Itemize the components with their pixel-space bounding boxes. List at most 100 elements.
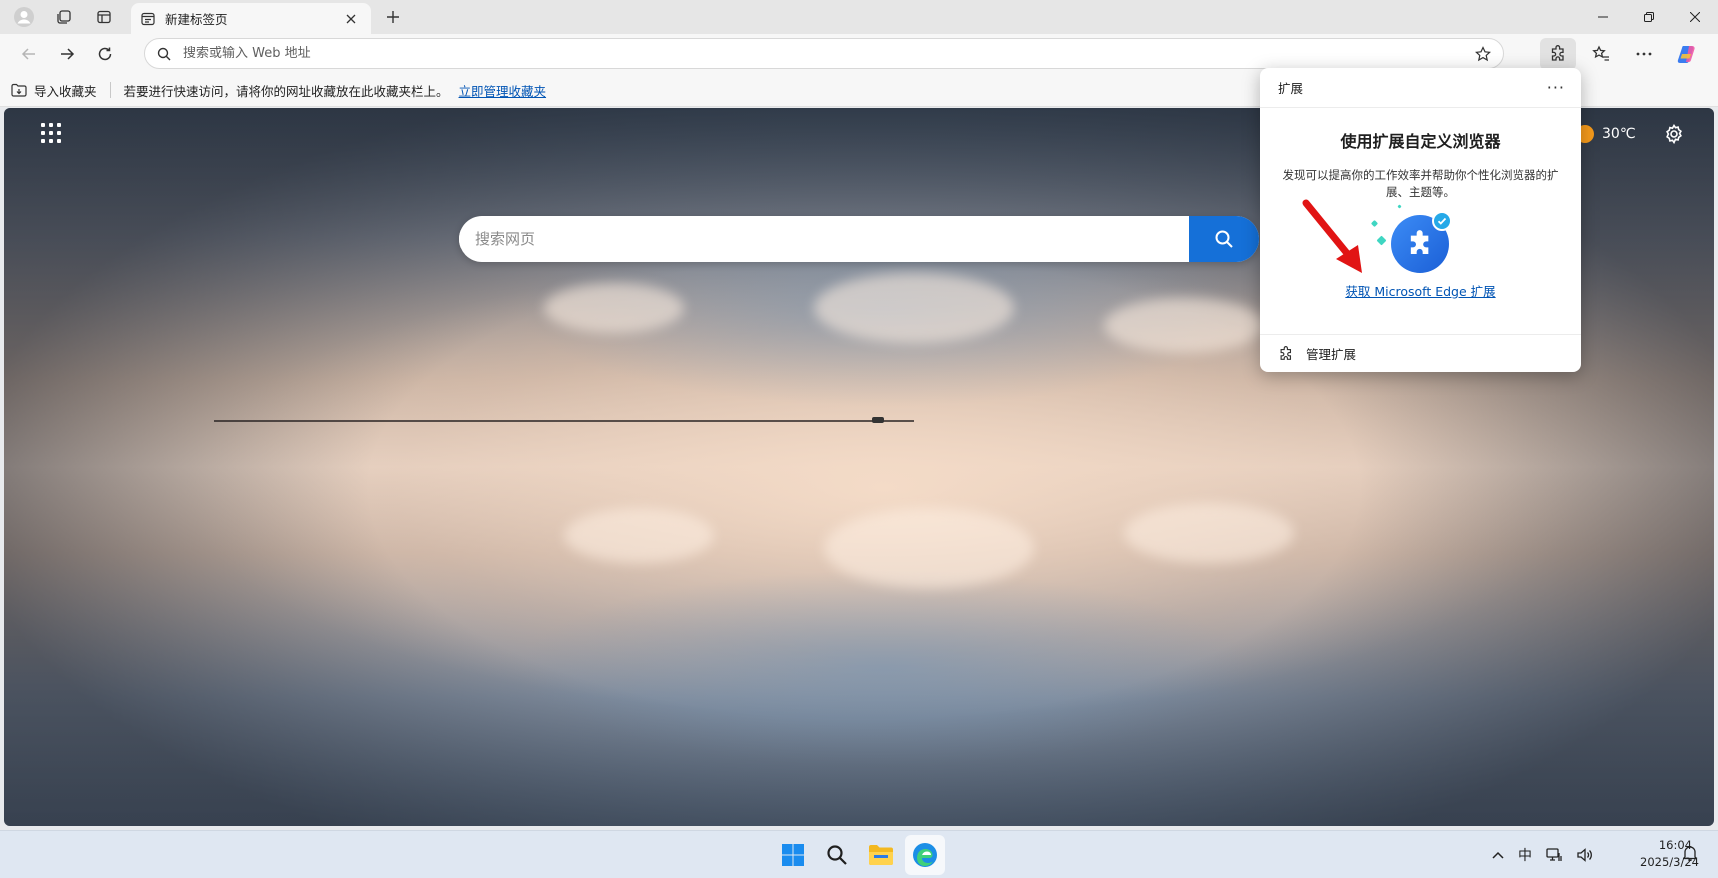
settings-and-more-button[interactable] bbox=[1626, 38, 1662, 70]
sparkle-decoration bbox=[1397, 204, 1402, 209]
restore-button[interactable] bbox=[1626, 0, 1672, 34]
manage-favorites-link[interactable]: 立即管理收藏夹 bbox=[459, 81, 547, 100]
tab-new-tab[interactable]: 新建标签页 bbox=[131, 3, 371, 34]
copilot-button[interactable] bbox=[1669, 38, 1705, 70]
search-icon bbox=[1215, 230, 1233, 248]
close-icon bbox=[346, 14, 356, 23]
search-icon bbox=[157, 47, 171, 60]
workspaces-icon bbox=[57, 10, 71, 24]
volume-button[interactable] bbox=[1576, 847, 1594, 863]
gear-icon bbox=[1666, 124, 1682, 144]
new-tab-button[interactable] bbox=[378, 4, 408, 30]
arrow-left-icon bbox=[21, 48, 35, 60]
extensions-more-button[interactable]: ··· bbox=[1547, 78, 1565, 97]
extensions-popup: 扩展 ··· 使用扩展自定义浏览器 发现可以提高你的工作效率并帮助你个性化浏览器… bbox=[1260, 68, 1581, 372]
page-settings-button[interactable] bbox=[1660, 120, 1688, 148]
background-cloud bbox=[1104, 298, 1264, 353]
plus-icon bbox=[387, 11, 399, 23]
system-tray: 中 bbox=[1492, 835, 1608, 875]
minimize-icon bbox=[1598, 16, 1608, 18]
tab-title: 新建标签页 bbox=[165, 12, 228, 27]
apps-launcher-button[interactable] bbox=[38, 120, 64, 146]
grid-dot bbox=[49, 139, 53, 143]
grid-dot bbox=[41, 123, 45, 127]
network-icon bbox=[1546, 848, 1562, 861]
minimize-button[interactable] bbox=[1580, 0, 1626, 34]
grid-dot bbox=[57, 131, 61, 135]
refresh-button[interactable] bbox=[88, 38, 122, 70]
address-bar[interactable] bbox=[144, 38, 1504, 69]
start-button[interactable] bbox=[773, 835, 813, 875]
grid-dot bbox=[49, 123, 53, 127]
background-cloud bbox=[814, 273, 1014, 343]
favorites-hint: 若要进行快速访问，请将你的网址收藏放在此收藏夹栏上。 bbox=[123, 83, 449, 99]
background-cloud bbox=[544, 283, 684, 333]
web-search-input[interactable] bbox=[459, 230, 1189, 248]
chevron-up-icon bbox=[1492, 851, 1504, 859]
favorites-list-icon bbox=[1592, 45, 1609, 61]
taskbar-apps bbox=[773, 835, 949, 875]
vertical-tabs-button[interactable] bbox=[86, 2, 122, 32]
extensions-popup-header: 扩展 ··· bbox=[1260, 68, 1581, 108]
web-search-box bbox=[459, 216, 1259, 262]
grid-dot bbox=[49, 131, 53, 135]
taskbar-search-button[interactable] bbox=[817, 835, 857, 875]
extensions-description: 发现可以提高你的工作效率并帮助你个性化浏览器的扩展、主题等。 bbox=[1282, 168, 1559, 199]
newtab-page-icon bbox=[141, 12, 155, 25]
windows-taskbar: 中 16:04 2025/3/24 bbox=[0, 830, 1718, 878]
puzzle-icon bbox=[1551, 45, 1564, 61]
edge-icon bbox=[913, 843, 937, 867]
window-controls bbox=[1580, 0, 1718, 34]
back-button[interactable] bbox=[12, 38, 46, 70]
profile-icon bbox=[14, 7, 34, 27]
input-method-indicator[interactable]: 中 bbox=[1518, 845, 1532, 865]
grid-dot bbox=[41, 139, 45, 143]
windows-logo-icon bbox=[782, 844, 804, 866]
background-cloud bbox=[564, 508, 714, 563]
bell-icon bbox=[1681, 846, 1699, 862]
background-cloud bbox=[824, 508, 1034, 588]
show-hidden-icons-button[interactable] bbox=[1492, 851, 1504, 859]
refresh-icon bbox=[98, 47, 112, 61]
favorites-divider bbox=[109, 82, 111, 98]
import-favorites-button[interactable]: 导入收藏夹 bbox=[11, 81, 97, 100]
grid-dot bbox=[57, 123, 61, 127]
forward-button[interactable] bbox=[50, 38, 84, 70]
edge-taskbar-button[interactable] bbox=[905, 835, 945, 875]
close-tab-button[interactable] bbox=[341, 9, 361, 29]
profile-button[interactable] bbox=[6, 2, 42, 32]
arrow-right-icon bbox=[61, 48, 75, 60]
network-button[interactable] bbox=[1546, 847, 1562, 863]
favorites-button[interactable] bbox=[1583, 38, 1619, 70]
close-window-button[interactable] bbox=[1672, 0, 1718, 34]
speaker-icon bbox=[1577, 848, 1592, 862]
address-input[interactable] bbox=[183, 46, 1475, 61]
web-search-button[interactable] bbox=[1189, 216, 1259, 262]
notifications-button[interactable] bbox=[1681, 845, 1699, 865]
check-icon bbox=[1432, 211, 1452, 231]
extensions-button[interactable] bbox=[1540, 38, 1576, 70]
favorite-star-icon[interactable] bbox=[1475, 45, 1491, 62]
get-edge-extensions-link[interactable]: 获取 Microsoft Edge 扩展 bbox=[1260, 281, 1581, 300]
weather-widget[interactable]: 30℃ bbox=[1576, 120, 1636, 148]
close-icon bbox=[1690, 12, 1700, 22]
extensions-illustration bbox=[1260, 199, 1581, 279]
workspaces-button[interactable] bbox=[46, 2, 82, 32]
restore-icon bbox=[1644, 12, 1654, 22]
extensions-popup-title: 扩展 bbox=[1278, 81, 1304, 96]
puzzle-icon bbox=[1280, 345, 1292, 360]
grid-dot bbox=[57, 139, 61, 143]
horizon-boat bbox=[872, 417, 884, 423]
weather-temperature: 30℃ bbox=[1602, 126, 1636, 142]
tab-strip: 新建标签页 bbox=[0, 0, 1718, 34]
grid-dot bbox=[41, 131, 45, 135]
manage-extensions-button[interactable]: 管理扩展 bbox=[1260, 334, 1581, 372]
import-favorites-label: 导入收藏夹 bbox=[34, 83, 97, 99]
manage-extensions-label: 管理扩展 bbox=[1306, 347, 1357, 362]
background-cloud bbox=[1124, 503, 1294, 563]
extensions-heading: 使用扩展自定义浏览器 bbox=[1340, 132, 1501, 151]
file-explorer-button[interactable] bbox=[861, 835, 901, 875]
folder-icon bbox=[869, 845, 893, 865]
import-folder-icon bbox=[11, 83, 27, 97]
copilot-icon bbox=[1677, 46, 1695, 63]
